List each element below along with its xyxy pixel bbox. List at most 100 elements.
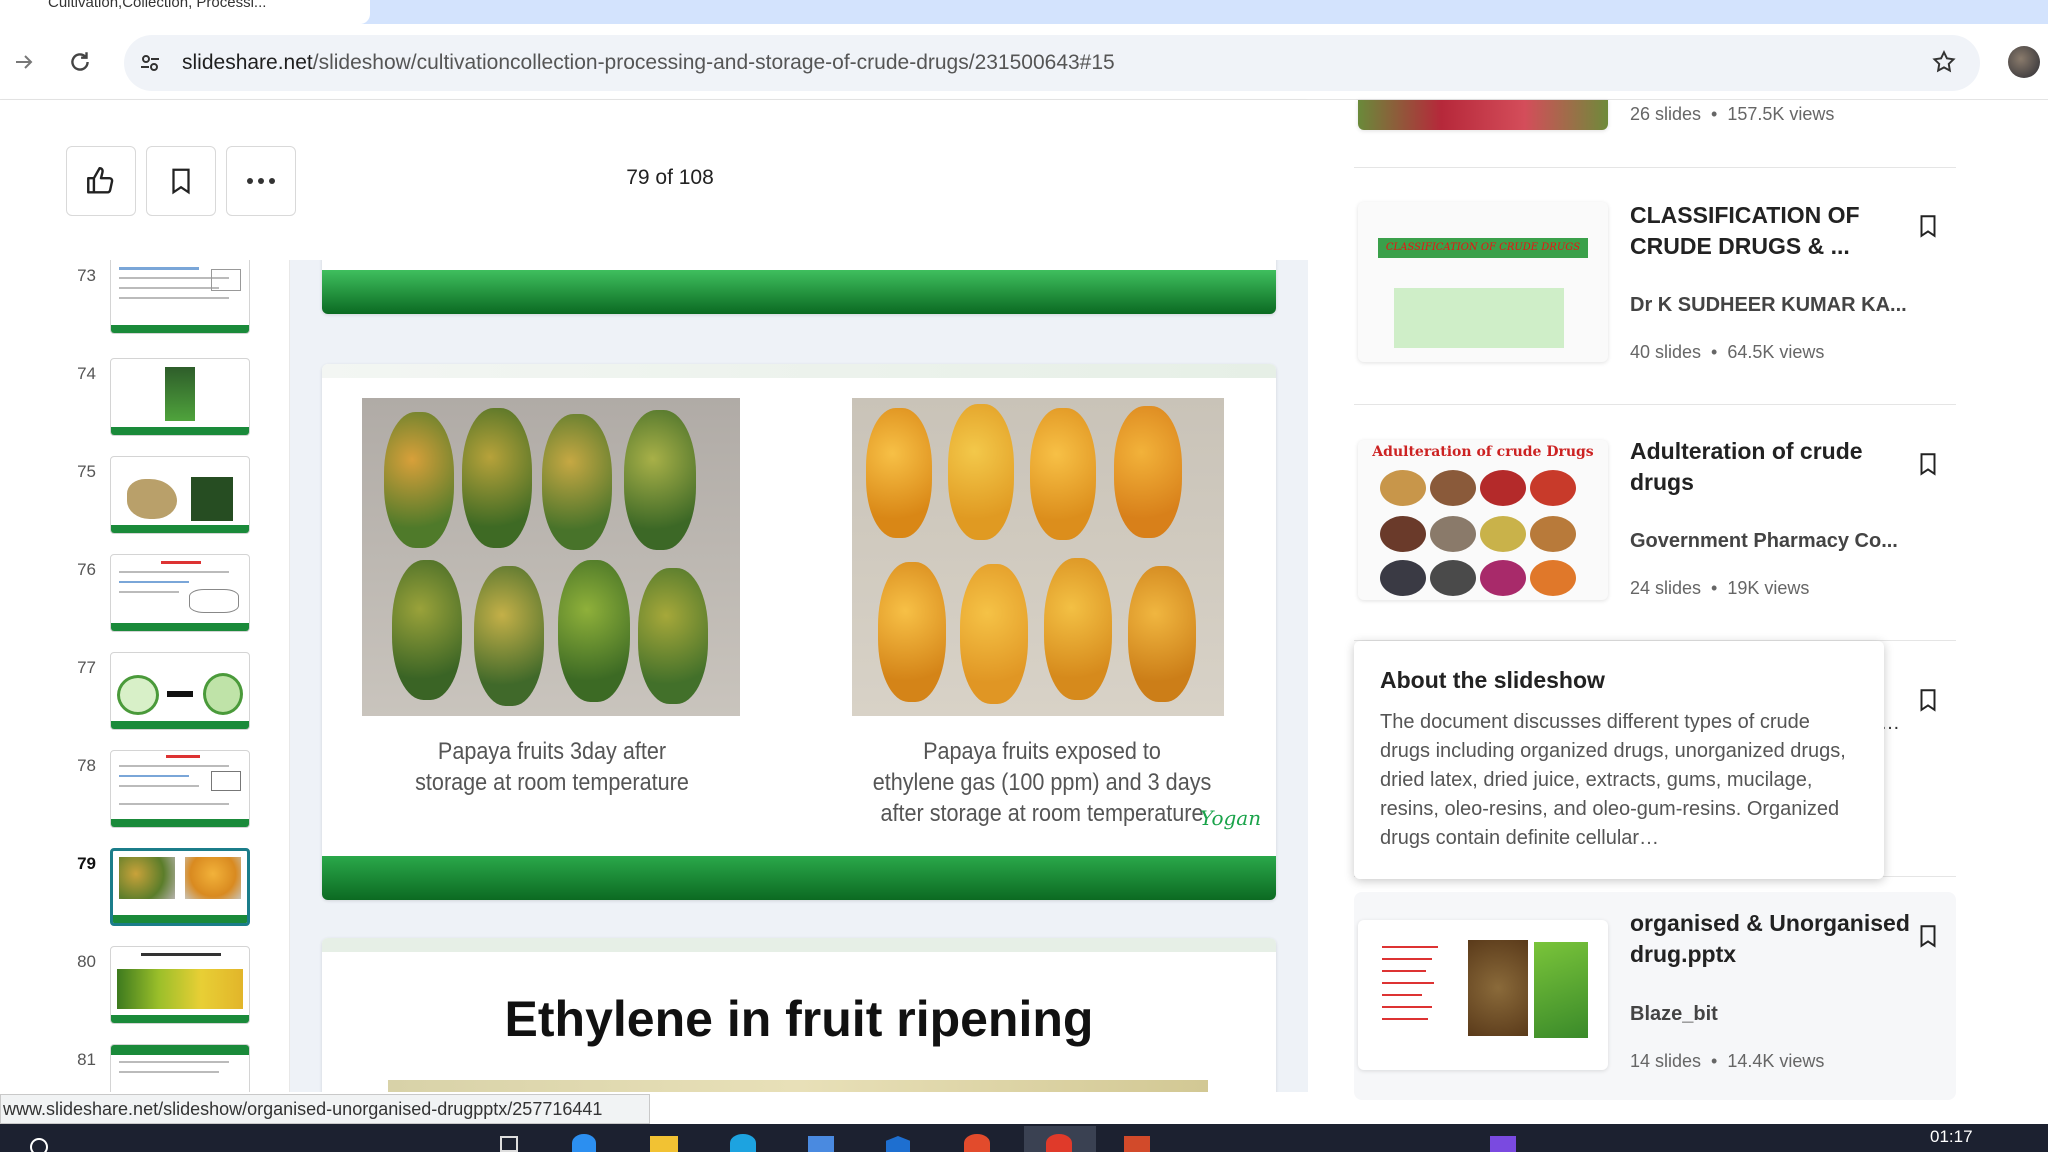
thumbnail-76[interactable] [110,554,250,632]
site-info-button[interactable] [130,43,170,83]
thumbs-up-icon [87,167,114,194]
related-thumb-2[interactable]: Adulteration of crude Drugs [1358,440,1608,600]
ellipsis-icon [247,178,275,184]
slide-count: 26 slides [1630,104,1702,124]
thumbnail-80[interactable] [110,946,250,1024]
thumbnail-number: 74 [77,364,96,383]
forward-button[interactable] [4,42,44,82]
caption-right: Papaya fruits exposed to ethylene gas (1… [844,736,1240,829]
thumbnail-list: 73 74 75 76 77 78 79 80 81 [0,260,290,1092]
about-description: The document discusses different types o… [1380,711,1846,849]
task-view-icon[interactable] [500,1136,518,1152]
chrome-active-icon[interactable] [1046,1134,1072,1152]
related-author-1[interactable]: Dr K SUDHEER KUMAR KA... [1630,294,1907,317]
papaya-green-photo [362,398,740,716]
url-path: /slideshow/cultivationcollection-process… [312,51,1115,74]
file-explorer-icon[interactable] [650,1136,678,1152]
related-thumb-3[interactable] [1358,920,1608,1070]
view-count: 14.4K views [1727,1051,1825,1071]
more-options-button[interactable] [226,146,296,216]
related-meta-0: 26 slides • 157.5K views [1630,104,1835,124]
save-button[interactable] [146,146,216,216]
thumbnail-number-active: 79 [77,854,96,873]
reload-button[interactable] [60,42,100,82]
search-icon[interactable] [30,1138,48,1156]
slide-count: 14 slides [1630,1051,1702,1071]
tab-active[interactable]: Cultivation,Collection, Processi... [0,0,370,24]
url-host: slideshare.net [182,51,313,74]
thumbnail-81[interactable] [110,1044,250,1092]
star-icon [1932,50,1956,73]
author-signature: Yogan [1200,806,1262,830]
related-title-3[interactable]: organised & Unorganised drug.pptx [1630,908,1910,970]
slide-footer-band [322,856,1276,900]
slide-80-title: Ethylene in fruit ripening [504,991,1094,1047]
related-save-button-3[interactable] [1912,916,1944,956]
related-title-2[interactable]: Adulteration of crude drugs [1630,436,1910,498]
slide-count: 24 slides [1630,578,1702,598]
store-icon[interactable] [808,1136,834,1152]
related-save-button-hidden[interactable] [1912,680,1944,720]
related-author-2[interactable]: Government Pharmacy Co... [1630,530,1898,553]
slide-80: Ethylene in fruit ripening [322,938,1276,1092]
bookmark-icon [1920,925,1936,948]
thumbnail-73[interactable] [110,260,250,334]
forward-arrow-icon [16,55,33,69]
slide-viewer[interactable]: Papaya fruits 3day after storage at room… [290,260,1308,1092]
thumbnail-number: 76 [77,560,96,579]
caption-right-line: Papaya fruits exposed to [923,738,1161,765]
chrome-icon[interactable] [964,1134,990,1152]
thumbnail-number: 77 [77,658,96,677]
edge-icon[interactable] [572,1134,596,1152]
caption-left: Papaya fruits 3day after storage at room… [381,736,723,798]
related-save-button-2[interactable] [1912,444,1944,484]
caption-right-line: after storage at room temperature [880,800,1204,827]
slide-78 [322,260,1276,314]
thumbnail-74[interactable] [110,358,250,436]
caption-left-line: storage at room temperature [415,769,689,796]
related-author-3[interactable]: Blaze_bit [1630,1003,1718,1026]
slide-79: Papaya fruits 3day after storage at room… [322,364,1276,900]
related-title-1[interactable]: CLASSIFICATION OF CRUDE DRUGS & ... [1630,200,1910,262]
app-icon[interactable] [1490,1136,1516,1152]
related-meta-3: 14 slides • 14.4K views [1630,1051,1825,1071]
url-text[interactable]: slideshare.net/slideshow/cultivationcoll… [182,48,1115,78]
slide-count: 40 slides [1630,342,1702,362]
thumbnail-number: 75 [77,462,96,481]
bookmark-icon [1920,689,1936,712]
related-thumb-2-heading: Adulteration of crude Drugs [1372,444,1594,460]
powerpoint-icon[interactable] [1124,1136,1150,1152]
tune-icon [141,55,159,71]
papaya-ripe-photo [852,398,1224,716]
related-thumb-1[interactable]: CLASSIFICATION OF CRUDE DRUGS [1358,202,1608,362]
like-button[interactable] [66,146,136,216]
divider [1354,404,1956,405]
about-title: About the slideshow [1380,667,1605,693]
view-count: 19K views [1727,578,1810,598]
caption-right-line: ethylene gas (100 ppm) and 3 days [872,769,1212,796]
browser-icon[interactable] [730,1134,756,1152]
bookmark-icon [1920,215,1936,238]
thumbnail-77[interactable] [110,652,250,730]
status-bar-url: www.slideshare.net/slideshow/organised-u… [0,1094,650,1124]
thumbnail-number: 80 [77,952,96,971]
bookmark-icon [1920,453,1936,476]
related-meta-1: 40 slides • 64.5K views [1630,342,1825,362]
profile-avatar[interactable] [2008,46,2040,78]
caption-left-line: Papaya fruits 3day after [437,738,667,765]
thumbnail-number: 73 [77,266,96,285]
page-counter: 79 of 108 [626,166,714,189]
thumbnail-number: 78 [77,756,96,775]
thumbnail-79[interactable] [110,848,250,926]
reload-icon [71,52,89,71]
thumbnail-number: 81 [77,1050,96,1069]
related-meta-2: 24 slides • 19K views [1630,578,1810,598]
about-slideshow-popover: About the slideshow The document discuss… [1354,641,1884,879]
related-thumb-0[interactable] [1358,100,1608,130]
related-save-button-1[interactable] [1912,206,1944,246]
bookmark-star-button[interactable] [1924,42,1964,82]
related-thumb-1-heading: CLASSIFICATION OF CRUDE DRUGS [1378,238,1588,258]
bookmark-icon [172,168,190,195]
thumbnail-78[interactable] [110,750,250,828]
thumbnail-75[interactable] [110,456,250,534]
